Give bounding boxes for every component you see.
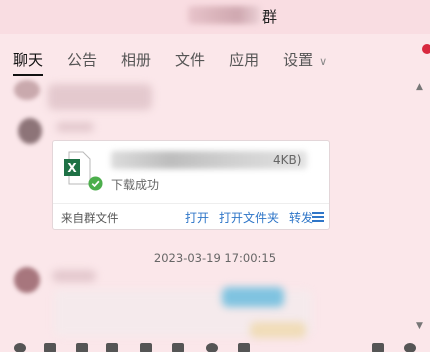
tab-apps[interactable]: 应用	[229, 34, 259, 78]
gift-icon[interactable]	[172, 343, 184, 352]
expand-icon[interactable]	[372, 343, 384, 352]
more-menu-icon[interactable]	[312, 212, 324, 222]
scroll-down-arrow-icon[interactable]: ▼	[416, 321, 423, 331]
check-circle-icon	[88, 176, 103, 191]
svg-text:X: X	[67, 161, 77, 175]
excel-file-icon: X	[64, 151, 91, 185]
avatar[interactable]	[18, 118, 42, 144]
sender-name-redacted	[52, 270, 96, 282]
folder-icon[interactable]	[106, 343, 118, 352]
tab-settings[interactable]: 设置 ∨	[283, 34, 327, 78]
file-actions: 打开 打开文件夹 转发	[185, 209, 313, 226]
chevron-down-icon: ∨	[319, 55, 328, 68]
sender-name-redacted	[56, 122, 94, 132]
mic-icon[interactable]	[206, 343, 218, 352]
image-preview-redacted	[250, 322, 306, 338]
tab-settings-label: 设置	[283, 51, 314, 69]
image-icon[interactable]	[140, 343, 152, 352]
tab-album[interactable]: 相册	[121, 34, 151, 78]
tab-bar: 聊天 公告 相册 文件 应用 设置 ∨	[0, 34, 430, 78]
forward-link[interactable]: 转发	[289, 209, 313, 226]
scroll-up-arrow-icon[interactable]: ▲	[416, 82, 423, 92]
input-toolbar	[0, 341, 430, 352]
title-bar: 群	[0, 0, 430, 34]
download-status: 下载成功	[111, 178, 160, 192]
group-name-redacted	[188, 6, 260, 24]
message-bubble-redacted	[48, 84, 152, 110]
tab-announcement[interactable]: 公告	[67, 34, 97, 78]
message-timestamp: 2023-03-19 17:00:15	[153, 251, 277, 265]
gif-icon[interactable]	[44, 343, 56, 352]
tab-chat[interactable]: 聊天	[13, 34, 44, 78]
avatar[interactable]	[14, 80, 40, 100]
divider	[53, 203, 329, 204]
tab-files[interactable]: 文件	[175, 34, 205, 78]
history-icon[interactable]	[404, 343, 416, 352]
emoji-icon[interactable]	[14, 343, 26, 352]
image-preview-redacted	[222, 287, 284, 307]
open-folder-link[interactable]: 打开文件夹	[219, 209, 279, 226]
file-size: 4KB)	[273, 153, 302, 167]
file-source-label: 来自群文件	[61, 211, 119, 225]
more-tools-icon[interactable]	[238, 343, 250, 352]
open-file-link[interactable]: 打开	[185, 209, 209, 226]
window-title-suffix: 群	[262, 8, 278, 26]
scissors-icon[interactable]	[76, 343, 88, 352]
avatar[interactable]	[14, 267, 40, 293]
file-message-card[interactable]: X 4KB) 下载成功 来自群文件 打开 打开文件夹 转发	[52, 140, 330, 230]
